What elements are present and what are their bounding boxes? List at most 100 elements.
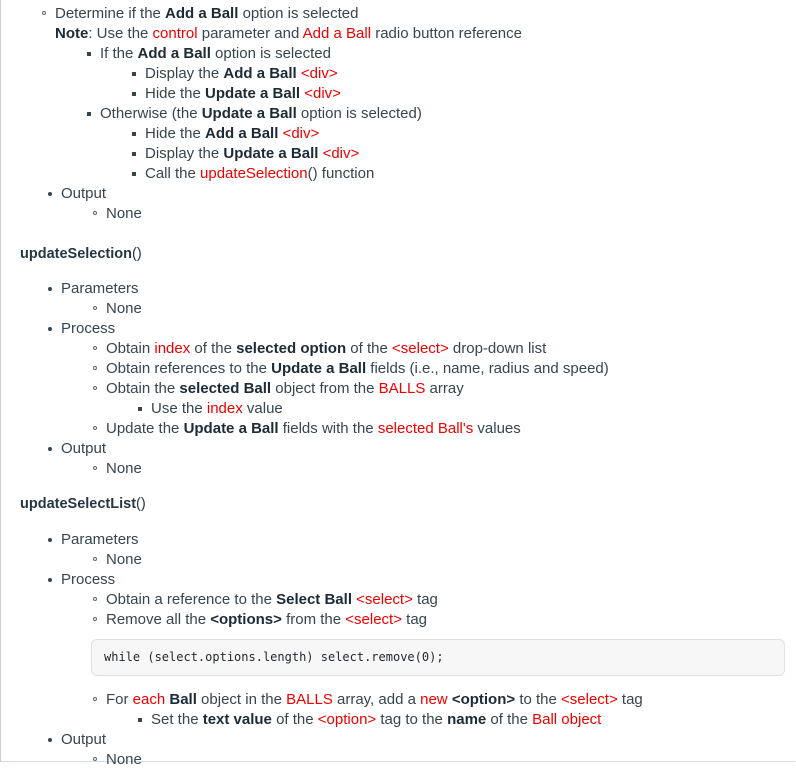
note-code-1: control [152,25,198,42]
list-item-remove-options: Remove all the <options> from the <selec… [91,610,785,630]
output-values-2: None [61,459,785,479]
list-item-obtain-selected-ball: Obtain the selected Ball object from the… [91,379,785,419]
list-item-output-none-3: None [91,750,785,770]
set-text-code-2: Ball object [532,710,602,728]
list-item-hide-add: Hide the Add a Ball <div> [130,124,785,144]
heading-update-select-list-paren: () [136,496,146,513]
if-text-2: option is selected [210,45,331,62]
obtain-index-text-3: of the [346,340,393,358]
list-item-process: Process Obtain index of the selected opt… [46,319,785,439]
set-text-bold-1: text value [202,710,272,728]
list-item-use-index: Use the index value [136,399,785,419]
add-opts-bold-2: <option> [451,690,516,708]
add-opts-code-4: <select> [561,690,618,708]
determine-bold-1: Add a Ball [165,5,239,22]
display-add-text-1: Display the [145,65,224,82]
list-item-obtain-references: Obtain references to the Update a Ball f… [91,359,785,379]
select-ref-text-3: tag [412,590,438,608]
select-ref-text-1: Obtain a reference to the [106,590,277,608]
list-item-set-text-value: Set the text value of the <option> tag t… [136,710,785,730]
section-spacer-1 [10,224,785,246]
hide-update-text-1: Hide the [145,85,206,102]
use-index-code-1: index [206,400,243,418]
list-item-if-branch: If the Add a Ball option is selected Dis… [85,44,785,104]
note-text-1: : Use the [88,25,153,42]
remove-opts-code-1: <select> [345,610,402,628]
output-values-3: None [61,750,785,770]
use-index-text-2: value [242,400,283,418]
continued-output-list: Output None [10,184,785,224]
note-line: Note: Use the control parameter and Add … [55,24,785,44]
document-page: Determine if the Add a Ball option is se… [0,0,796,768]
select-ref-code-1: <select> [356,590,413,608]
list-item-parameters-none-2: None [91,550,785,570]
continued-process-list: Determine if the Add a Ball option is se… [10,4,785,184]
process-steps: Obtain index of the selected option of t… [61,339,785,439]
process-label-2: Process [61,570,116,588]
update-selection-list: Parameters None Process Obtain index of … [10,279,785,479]
update-fields-text-2: fields with the [278,420,378,438]
output-label-3: Output [61,730,107,748]
list-item-display-update: Display the Update a Ball <div> [130,144,785,164]
add-opts-text-4: array, add a [332,690,421,708]
hide-add-text-1: Hide the [145,125,206,142]
list-item-add-options: For each Ball object in the BALLS array,… [91,690,785,730]
set-text-bold-2: name [447,710,487,728]
list-item-obtain-index: Obtain index of the selected option of t… [91,339,785,359]
output-label: Output [61,185,107,202]
obtain-index-code-2: <select> [392,340,449,358]
add-opts-text-3: object in the [196,690,287,708]
list-item-call-update-selection: Call the updateSelection() function [130,164,785,184]
heading-update-select-list-name: updateSelectList [20,496,137,513]
add-opts-text-6: to the [515,690,562,708]
output-value: None [106,205,142,222]
determine-text-2: option is selected [238,5,359,22]
else-branch-actions: Hide the Add a Ball <div> Display the Up… [100,124,785,184]
process-steps-2: Obtain a reference to the Select Ball <s… [61,590,785,630]
process-label: Process [61,320,116,338]
parameters-label: Parameters [61,280,139,298]
output-value-3: None [106,750,142,768]
display-update-code-1: <div> [322,145,360,162]
display-update-text-1: Display the [145,145,224,162]
list-item-process-2: Process Obtain a reference to the Select… [46,570,785,730]
set-text-text-4: of the [486,710,533,728]
list-item-display-add: Display the Add a Ball <div> [130,64,785,84]
obtain-ball-text-2: object from the [271,380,379,398]
obtain-index-bold-1: selected option [236,340,347,358]
add-opts-text-1: For [106,690,133,708]
list-item-parameters-2: Parameters None [46,530,785,570]
obtain-ball-text-1: Obtain the [106,380,180,398]
call-code-1: updateSelection [200,165,308,182]
update-fields-code-1: selected Ball's [377,420,474,438]
obtain-ball-substeps: Use the index value [106,399,785,419]
set-text-text-3: tag to the [376,710,448,728]
heading-update-selection: updateSelection() [10,246,785,263]
hide-update-code-1: <div> [304,85,341,102]
note-text-3: radio button reference [371,25,522,42]
set-text-text-2: of the [271,710,318,728]
list-item-output-2: Output None [46,439,785,479]
hide-add-bold-1: Add a Ball [205,125,279,142]
display-add-bold-1: Add a Ball [223,65,297,82]
call-text-1: Call the [145,165,201,182]
obtain-ball-bold-1: selected Ball [179,380,272,398]
output-label-2: Output [61,440,107,458]
select-ref-bold-1: Select Ball [276,590,352,608]
parameters-values-3: None [61,550,785,570]
set-text-code-1: <option> [317,710,377,728]
remove-opts-text-3: tag [401,610,428,628]
call-text-2: () function [307,165,375,182]
else-text-2: option is selected) [296,105,422,122]
code-block-remove-options: while (select.options.length) select.rem… [91,638,785,676]
obtain-refs-bold-1: Update a Ball [271,360,367,378]
output-value-2: None [106,460,142,478]
obtain-refs-text-2: fields (i.e., name, radius and speed) [366,360,609,378]
obtain-ball-text-3: array [425,380,464,398]
add-options-substeps: Set the text value of the <option> tag t… [106,710,785,730]
add-opts-bold-1: Ball [169,690,197,708]
list-item-output-none: None [91,204,785,224]
note-label: Note [55,25,89,42]
branch-list: If the Add a Ball option is selected Dis… [55,44,785,184]
obtain-index-text-4: drop-down list [448,340,547,358]
